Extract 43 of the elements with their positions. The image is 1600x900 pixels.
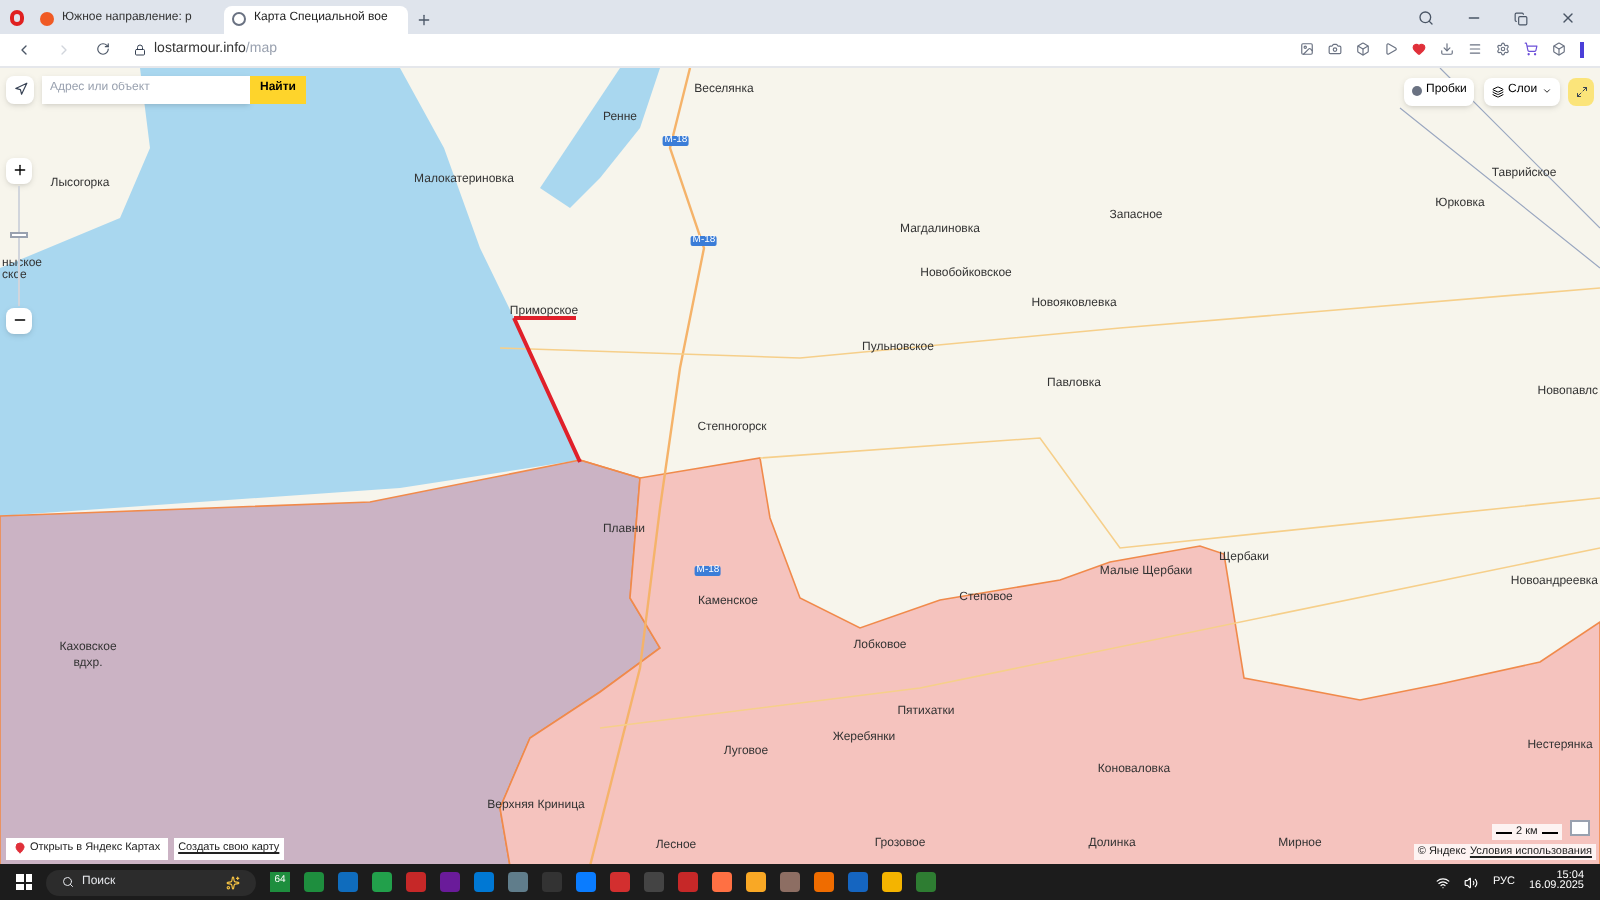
settings-icon[interactable] [1496, 42, 1510, 57]
zoom-slider-thumb[interactable] [10, 232, 28, 239]
play-icon[interactable] [1384, 42, 1398, 57]
taskbar-app-icon[interactable] [304, 872, 324, 893]
box-icon[interactable] [1356, 42, 1370, 57]
close-icon[interactable] [1560, 9, 1576, 26]
restore-icon[interactable] [1514, 11, 1528, 26]
taskbar-app-icon[interactable] [372, 872, 392, 893]
zoom-out-button[interactable] [6, 307, 32, 334]
taskbar-app-icon[interactable] [746, 872, 766, 893]
extension-icon[interactable] [1552, 42, 1566, 57]
new-tab-icon[interactable] [416, 11, 432, 28]
map-pin-icon [14, 842, 26, 855]
search-icon[interactable] [1418, 9, 1434, 26]
reload-icon[interactable] [96, 42, 110, 57]
taskbar-app-icon[interactable] [576, 872, 596, 893]
heart-icon[interactable] [1412, 42, 1426, 57]
camera-icon[interactable] [1328, 42, 1342, 57]
menu-icon[interactable] [1468, 42, 1482, 57]
cart-icon[interactable] [1524, 42, 1538, 57]
search-icon [62, 876, 74, 889]
caret-icon [1541, 86, 1552, 97]
location-button[interactable] [6, 75, 34, 104]
taskbar-app-icon[interactable] [474, 872, 494, 893]
layers-icon [1492, 85, 1504, 98]
sparkles-icon [226, 875, 240, 890]
zoom-in-button[interactable] [6, 157, 32, 184]
image-icon[interactable] [1300, 42, 1314, 57]
wifi-icon [1436, 875, 1451, 890]
taskbar-app-icon[interactable] [712, 872, 732, 893]
lock-icon [134, 43, 146, 56]
plus-icon [11, 162, 27, 179]
taskbar-app-icon[interactable] [508, 872, 528, 893]
windows-start-icon[interactable] [16, 874, 32, 891]
location-arrow-icon [13, 82, 27, 97]
fullscreen-button[interactable] [1568, 77, 1594, 106]
browser-logo-icon[interactable] [10, 9, 24, 26]
site-icon [40, 12, 54, 27]
taskbar-app-icon[interactable] [882, 872, 902, 893]
back-icon[interactable] [16, 41, 32, 58]
volume-icon [1464, 875, 1479, 890]
taskbar-app-icon[interactable] [814, 872, 834, 893]
download-icon[interactable] [1440, 42, 1454, 57]
